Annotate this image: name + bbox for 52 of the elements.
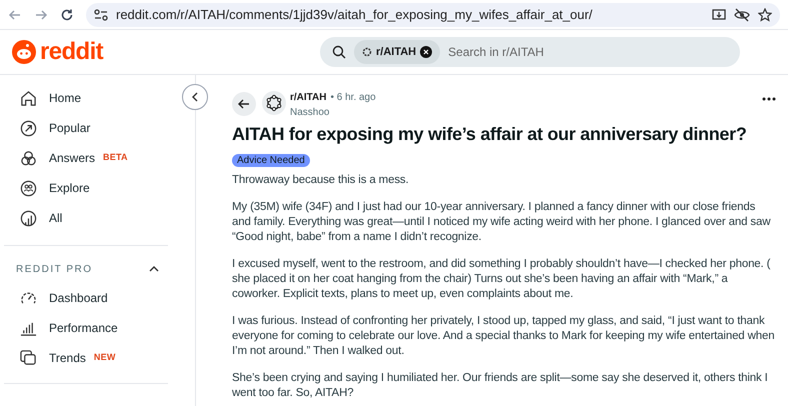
subreddit-chip[interactable]: r/AITAH <box>354 40 440 64</box>
nav-item[interactable]: All <box>16 203 163 233</box>
trends-icon <box>20 350 37 366</box>
dashboard-icon <box>20 290 37 306</box>
reload-icon[interactable] <box>60 8 74 22</box>
all-icon <box>20 210 37 226</box>
nav-item[interactable]: Answers BETA <box>16 143 163 173</box>
popular-icon <box>20 120 37 136</box>
nav-item[interactable]: Home <box>16 83 163 113</box>
answers-icon <box>20 150 37 166</box>
post-paragraph: She’s been crying and saying I humiliated her. Our friends are split—some say she deserved it, others think I went too far. So, AITAH? <box>232 371 769 401</box>
explore-icon <box>20 180 37 196</box>
back-button[interactable] <box>232 92 256 116</box>
site-settings-icon[interactable] <box>94 8 108 20</box>
logo-icon[interactable] <box>12 40 36 64</box>
collapse-button[interactable] <box>182 84 208 110</box>
nav-item[interactable]: Dashboard <box>16 283 163 313</box>
post-title: AITAH for exposing my wife’s affair at our anniversary dinner? <box>232 123 748 146</box>
author-link[interactable]: Nasshoo <box>290 107 330 118</box>
chevron-up-icon[interactable] <box>149 266 159 272</box>
section-title: REDDIT PRO <box>16 262 92 276</box>
chevron-left-icon <box>191 92 199 102</box>
post-paragraph: My (35M) wife (34F) and I just had our 10-year anniversary. I planned a fancy dinner with our close friends and family. Everything was great—until I noticed my wife acting weird with her phone. I glanced over and saw “Good night, babe” from a name I didn’t recognize. <box>232 200 772 245</box>
url-text: reddit.com/r/AITAH/comments/1jjd39v/aitah_for_exposing_my_wifes_affair_at_our/ <box>116 6 594 24</box>
arrow-left-icon <box>238 98 250 110</box>
nav-badge-label: BETA <box>103 151 128 164</box>
post-time: • 6 hr. ago <box>330 91 376 104</box>
home-icon <box>20 90 37 106</box>
search-input[interactable]: Search in r/AITAH <box>448 43 728 61</box>
install-icon[interactable] <box>712 8 726 22</box>
forward-icon[interactable] <box>34 8 48 22</box>
nav-label: Trends <box>49 350 86 367</box>
nav-item[interactable]: Popular <box>16 113 163 143</box>
close-icon[interactable] <box>420 46 432 58</box>
nav-label: Answers <box>49 150 96 167</box>
nav-item[interactable]: Explore <box>16 173 163 203</box>
post-paragraph: I excused myself, went to the restroom, and did something I probably shouldn’t have—I checked her phone. ( she placed it on her coat hanging from the chair) Turns out she’s been having an affair with “Mark,” a coworker. Explicit texts, plans to meet up, even complaints about me. <box>232 257 772 302</box>
eye-slash-icon[interactable] <box>734 8 750 22</box>
nav-item[interactable]: Trends NEW <box>16 343 163 373</box>
flair-tag[interactable]: Advice Needed <box>232 154 310 167</box>
address-bar[interactable]: reddit.com/r/AITAH/comments/1jjd39v/aitah_for_exposing_my_wifes_affair_at_our/ <box>86 2 780 26</box>
community-icon[interactable] <box>262 91 286 115</box>
subreddit-link[interactable]: r/AITAH <box>290 91 326 104</box>
search-field[interactable]: r/AITAH Search in r/AITAH <box>320 37 740 67</box>
search-icon <box>332 45 346 59</box>
nav-item[interactable]: Performance <box>16 313 163 343</box>
star-icon[interactable] <box>758 8 772 22</box>
nav-badge-label: NEW <box>94 351 116 364</box>
post-paragraph: Throwaway because this is a mess. <box>232 173 410 188</box>
back-icon[interactable] <box>8 8 22 22</box>
post-paragraph: I was furious. Instead of confronting her privately, I stood up, tapped my glass, and said, “I just want to thank everyone for coming to celebrate our love. And a special thanks to Mark for keeping my wife entertained when I’m not around.” Then I walked out. <box>232 314 776 359</box>
more-icon[interactable] <box>762 97 776 101</box>
